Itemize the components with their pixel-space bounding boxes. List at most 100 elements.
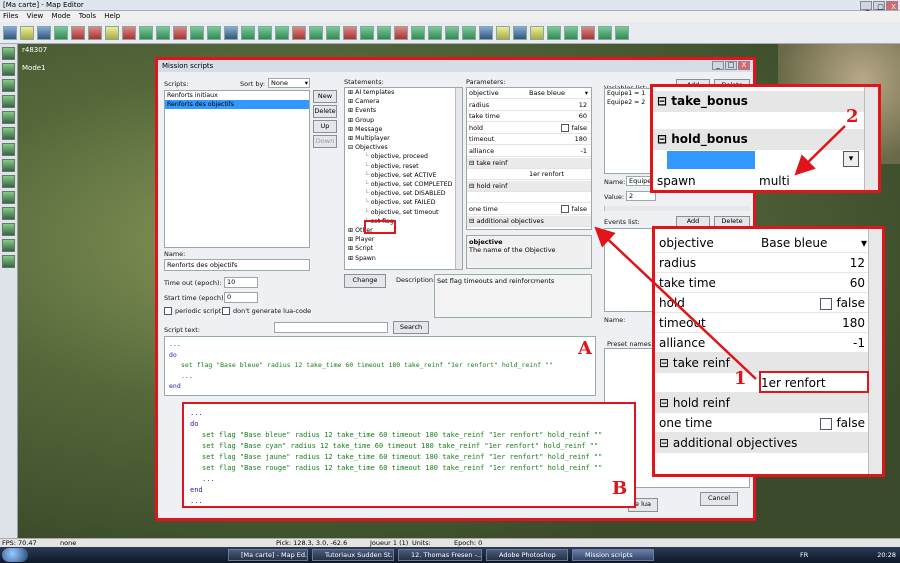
tool-icon[interactable] [615,25,629,40]
zoom-param-row[interactable]: hold false [655,293,871,313]
param-value[interactable]: false [560,123,587,134]
param-row[interactable]: take time 60 [467,111,591,123]
cancel-button[interactable]: Cancel [700,492,738,506]
script-name-input[interactable]: Renforts des objectifs [164,259,310,271]
open-file-icon[interactable] [20,25,34,40]
tool-icon[interactable] [2,239,15,252]
task-map-editor[interactable]: [Ma carte] - Map Ed... [228,549,308,561]
language-indicator[interactable]: FR [800,547,808,563]
chevron-down-icon[interactable]: ▾ [861,233,867,253]
dialog-minimize-button[interactable]: _ [712,61,724,70]
tree-leaf[interactable]: └ objective, set timeout [345,208,462,217]
dialog-close-button[interactable]: X [738,61,750,70]
checkbox-icon[interactable] [820,417,833,430]
tool-icon[interactable] [2,47,15,60]
tree-leaf[interactable]: └ objective, set ACTIVE [345,171,462,180]
param-value[interactable]: 180 [575,134,587,145]
param-row[interactable]: timeout 180 [467,134,591,146]
tool-icon[interactable] [309,25,323,40]
param-row[interactable]: one time false [467,204,591,215]
tool-icon[interactable] [343,25,357,40]
save-icon[interactable] [37,25,51,40]
zoom-param-row[interactable]: objective Base bleue ▾ [655,233,871,253]
sort-select[interactable]: None ▾ [268,78,310,88]
timeout-input[interactable]: 10 [224,277,258,288]
menu-mode[interactable]: Mode [51,12,70,20]
periodic-checkbox[interactable]: periodic script [164,307,221,315]
tool-icon[interactable] [360,25,374,40]
tool-icon[interactable] [139,25,153,40]
tool-icon[interactable] [71,25,85,40]
tool-icon[interactable] [496,25,510,40]
task-mission-scripts[interactable]: Mission scripts [572,549,654,561]
undo-icon[interactable] [105,25,119,40]
checkbox-icon[interactable] [560,205,569,213]
param-row[interactable]: 1er renfort [467,169,591,181]
param-value[interactable]: 1er renfort [529,169,564,180]
tool-icon[interactable] [207,25,221,40]
list-item[interactable]: Renforts initiaux [165,91,309,100]
task-music[interactable]: 12. Thomas Fresen -... [398,549,482,561]
tree-node[interactable]: ⊟ Objectives [345,143,462,152]
tree-leaf[interactable]: └ objective, set FAILED [345,198,462,207]
tool-icon[interactable] [547,25,561,40]
chevron-down-icon[interactable]: ▾ [843,151,859,167]
script-editor[interactable]: ... do set flag "Base bleue" radius 12 tak… [164,336,596,396]
zoom-param-row[interactable]: radius 12 [655,253,871,273]
param-row[interactable] [467,192,591,204]
tool-icon[interactable] [156,25,170,40]
tool-icon[interactable] [2,143,15,156]
tool-icon[interactable] [513,25,527,40]
search-button[interactable]: Search [393,321,429,334]
tool-icon[interactable] [581,25,595,40]
tool-icon[interactable] [2,95,15,108]
zoom1-scrollbar[interactable] [868,229,882,474]
tool-icon[interactable] [564,25,578,40]
tool-icon[interactable] [479,25,493,40]
tool-icon[interactable] [2,111,15,124]
zoom-param-row[interactable]: timeout 180 [655,313,871,333]
tool-icon[interactable] [445,25,459,40]
dialog-maximize-button[interactable]: □ [725,61,737,70]
tool-icon[interactable] [173,25,187,40]
tool-icon[interactable] [292,25,306,40]
tool-icon[interactable] [411,25,425,40]
menu-tools[interactable]: Tools [79,12,96,20]
tool-icon[interactable] [2,63,15,76]
tree-node[interactable]: ⊞ Multiplayer [345,134,462,143]
down-script-button[interactable]: Down [313,135,337,148]
search-input[interactable] [274,322,388,333]
zoom-value[interactable]: Base bleue [761,233,827,253]
up-script-button[interactable]: Up [313,120,337,133]
tool-icon[interactable] [241,25,255,40]
zoom-value[interactable]: 12 [850,253,865,273]
menu-files[interactable]: Files [3,12,18,20]
hold-bonus-value-row[interactable]: ▾ [653,150,865,171]
tool-icon[interactable] [2,127,15,140]
tree-node[interactable]: ⊞ Spawn [345,254,462,263]
menu-help[interactable]: Help [104,12,120,20]
tool-icon[interactable] [530,25,544,40]
tree-leaf[interactable]: └ objective, reset [345,162,462,171]
minimize-button[interactable]: _ [860,1,872,11]
tree-node[interactable]: ⊞ AI templates [345,88,462,97]
tree-node[interactable]: ⊞ Other [345,226,462,235]
statements-scrollbar[interactable] [455,88,462,269]
zoom-value[interactable]: false [820,293,865,313]
param-value[interactable]: 12 [579,100,587,111]
statements-tree[interactable]: ⊞ AI templates ⊞ Camera ⊞ Events ⊞ Group ⊞ M… [344,87,463,270]
tool-icon[interactable] [428,25,442,40]
zoom-value[interactable]: false [820,413,865,433]
tree-leaf[interactable]: └ objective, set COMPLETED [345,180,462,189]
tree-node[interactable]: ⊞ Events [345,106,462,115]
checkbox-icon[interactable] [820,297,833,310]
tool-icon[interactable] [2,223,15,236]
tool-icon[interactable] [462,25,476,40]
param-row[interactable]: alliance -1 [467,146,591,157]
tree-node[interactable]: ⊞ Player [345,235,462,244]
tool-icon[interactable] [326,25,340,40]
tool-icon[interactable] [88,25,102,40]
tool-icon[interactable] [122,25,136,40]
var-scrollbar[interactable] [604,206,750,211]
tool-icon[interactable] [2,207,15,220]
